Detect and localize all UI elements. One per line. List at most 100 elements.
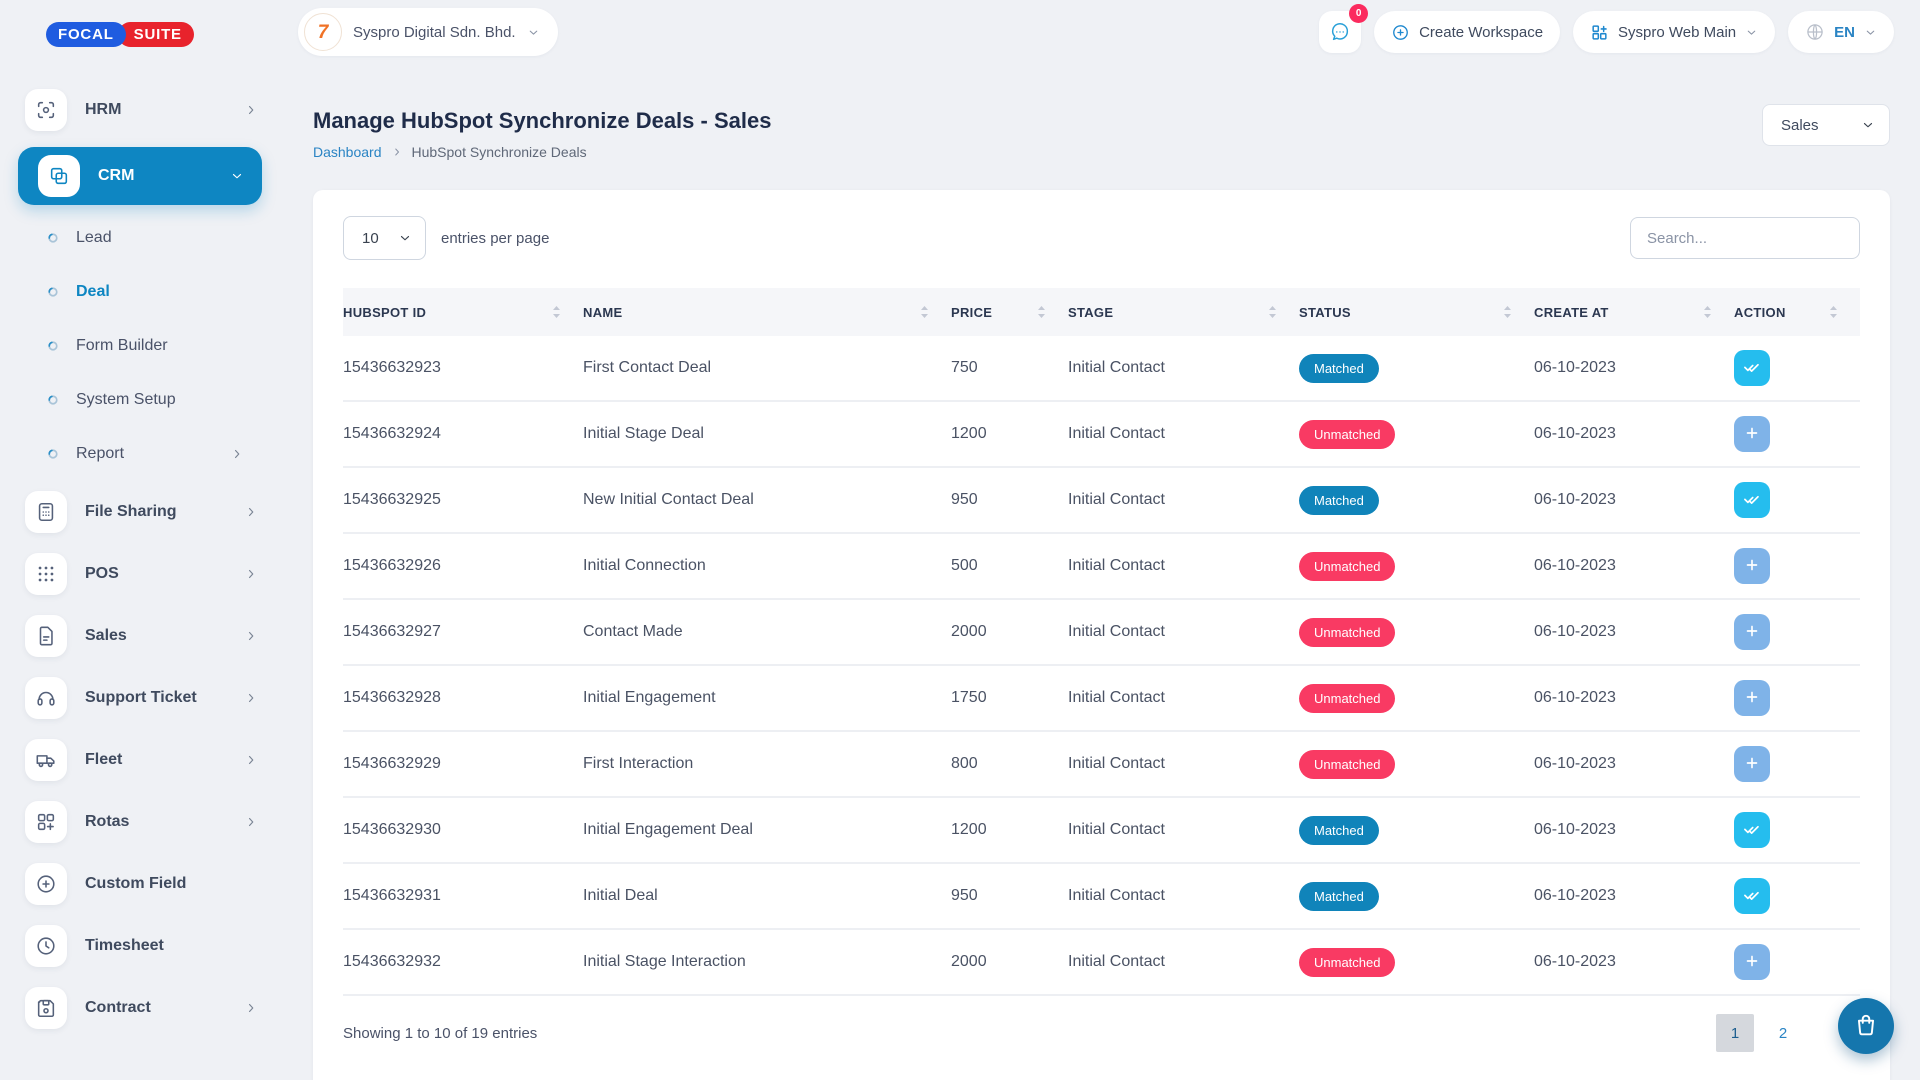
cell-stage: Initial Contact (1068, 797, 1299, 863)
cell-hubspot-id: 15436632928 (343, 665, 583, 731)
entries-per-page-value: 10 (362, 230, 379, 247)
column-header-status[interactable]: STATUS (1299, 288, 1534, 336)
search-input[interactable] (1630, 217, 1860, 259)
plus-icon (1743, 556, 1761, 577)
status-badge: Matched (1299, 816, 1379, 845)
sidebar-item-crm[interactable]: CRM (18, 147, 262, 205)
sidebar-subitem-system-setup[interactable]: System Setup (0, 373, 280, 427)
cell-price: 950 (951, 863, 1068, 929)
workspace-selector[interactable]: Syspro Web Main (1573, 11, 1775, 53)
sync-add-button[interactable] (1734, 614, 1770, 650)
sidebar-item-hrm[interactable]: HRM (0, 79, 280, 141)
column-header-hubspot-id[interactable]: HUBSPOT ID (343, 288, 583, 336)
cell-stage: Initial Contact (1068, 863, 1299, 929)
cell-hubspot-id: 15436632931 (343, 863, 583, 929)
synced-check-button[interactable] (1734, 878, 1770, 914)
breadcrumb-dashboard-link[interactable]: Dashboard (313, 144, 382, 160)
sort-icon[interactable] (552, 305, 561, 320)
support-ticket-icon (25, 677, 67, 719)
status-badge: Unmatched (1299, 750, 1395, 779)
language-selector[interactable]: EN (1788, 11, 1894, 53)
sort-icon[interactable] (1703, 305, 1712, 320)
workspace-grid-icon (1590, 23, 1609, 42)
company-selector[interactable]: 7 Syspro Digital Sdn. Bhd. (298, 8, 558, 56)
hrm-icon (25, 89, 67, 131)
logo-primary: FOCAL (46, 22, 126, 47)
sidebar-subitem-form-builder[interactable]: Form Builder (0, 319, 280, 373)
synced-check-button[interactable] (1734, 812, 1770, 848)
status-badge: Unmatched (1299, 552, 1395, 581)
column-header-name[interactable]: NAME (583, 288, 951, 336)
pagination-page-1[interactable]: 1 (1716, 1014, 1754, 1052)
sort-icon[interactable] (1829, 305, 1838, 320)
messages-button[interactable]: 0 (1319, 11, 1361, 53)
table-controls: 10 entries per page (343, 216, 1860, 260)
sidebar-item-file-sharing[interactable]: File Sharing (0, 481, 280, 543)
column-header-action[interactable]: ACTION (1734, 288, 1860, 336)
cell-price: 2000 (951, 599, 1068, 665)
cell-name: Initial Engagement (583, 665, 951, 731)
chevron-right-icon (244, 753, 258, 767)
module-select[interactable]: Sales (1762, 104, 1890, 146)
create-workspace-button[interactable]: Create Workspace (1374, 11, 1560, 53)
sidebar-item-timesheet[interactable]: Timesheet (0, 915, 280, 977)
synced-check-button[interactable] (1734, 482, 1770, 518)
status-badge: Matched (1299, 354, 1379, 383)
table-row: 15436632932Initial Stage Interaction2000… (343, 929, 1860, 995)
workspace-name: Syspro Web Main (1618, 24, 1736, 41)
table-row: 15436632926Initial Connection500Initial … (343, 533, 1860, 599)
focal-suite-logo[interactable]: FOCAL SUITE (0, 0, 280, 47)
sync-add-button[interactable] (1734, 548, 1770, 584)
cell-create-at: 06-10-2023 (1534, 336, 1734, 401)
sync-add-button[interactable] (1734, 416, 1770, 452)
sidebar-subitem-report[interactable]: Report (0, 427, 280, 481)
status-badge: Unmatched (1299, 684, 1395, 713)
table-row: 15436632928Initial Engagement1750Initial… (343, 665, 1860, 731)
check-double-icon (1743, 490, 1761, 511)
globe-icon (1805, 22, 1825, 42)
plus-icon (1743, 754, 1761, 775)
cell-create-at: 06-10-2023 (1534, 665, 1734, 731)
sort-icon[interactable] (1268, 305, 1277, 320)
sync-add-button[interactable] (1734, 944, 1770, 980)
column-header-create-at[interactable]: CREATE AT (1534, 288, 1734, 336)
cell-stage: Initial Contact (1068, 929, 1299, 995)
logo-secondary: SUITE (118, 22, 194, 47)
column-header-price[interactable]: PRICE (951, 288, 1068, 336)
sort-icon[interactable] (1503, 305, 1512, 320)
table-body: 15436632923First Contact Deal750Initial … (343, 336, 1860, 995)
sort-icon[interactable] (1037, 305, 1046, 320)
table-row: 15436632927Contact Made2000Initial Conta… (343, 599, 1860, 665)
cell-name: First Contact Deal (583, 336, 951, 401)
synced-check-button[interactable] (1734, 350, 1770, 386)
sidebar-item-custom-field[interactable]: Custom Field (0, 853, 280, 915)
pagination-page-2[interactable]: 2 (1764, 1014, 1802, 1052)
cell-name: Initial Stage Deal (583, 401, 951, 467)
chevron-down-icon (230, 169, 244, 183)
column-header-stage[interactable]: STAGE (1068, 288, 1299, 336)
status-badge: Unmatched (1299, 948, 1395, 977)
cell-stage: Initial Contact (1068, 336, 1299, 401)
entries-per-page-select[interactable]: 10 (343, 216, 426, 260)
cell-create-at: 06-10-2023 (1534, 929, 1734, 995)
sidebar-subitem-lead[interactable]: Lead (0, 211, 280, 265)
cell-create-at: 06-10-2023 (1534, 863, 1734, 929)
plus-icon (1743, 688, 1761, 709)
sidebar-item-contract[interactable]: Contract (0, 977, 280, 1039)
cell-hubspot-id: 15436632926 (343, 533, 583, 599)
sidebar-item-support-ticket[interactable]: Support Ticket (0, 667, 280, 729)
table-row: 15436632923First Contact Deal750Initial … (343, 336, 1860, 401)
cart-fab-button[interactable] (1838, 998, 1894, 1054)
sidebar-item-pos[interactable]: POS (0, 543, 280, 605)
sync-add-button[interactable] (1734, 680, 1770, 716)
sidebar-item-rotas[interactable]: Rotas (0, 791, 280, 853)
company-logo-icon: 7 (304, 13, 342, 51)
sidebar-item-sales[interactable]: Sales (0, 605, 280, 667)
sync-add-button[interactable] (1734, 746, 1770, 782)
plus-icon (1743, 622, 1761, 643)
deals-table-card: 10 entries per page HUBSPOT IDNAMEPRICES… (313, 190, 1890, 1080)
sidebar-subitem-deal[interactable]: Deal (0, 265, 280, 319)
sort-icon[interactable] (920, 305, 929, 320)
sidebar-item-fleet[interactable]: Fleet (0, 729, 280, 791)
status-badge: Unmatched (1299, 618, 1395, 647)
